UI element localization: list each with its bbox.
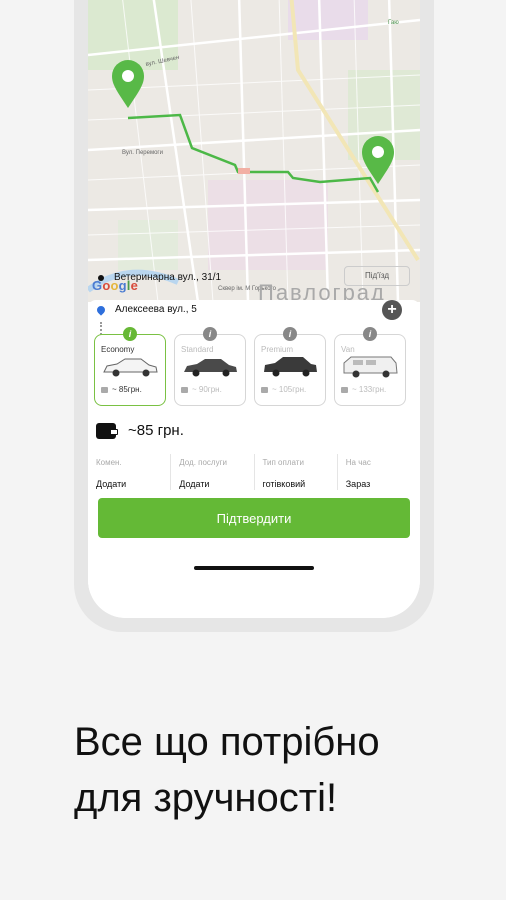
option-label: Тип оплати bbox=[262, 458, 304, 467]
car-name: Van bbox=[341, 345, 355, 354]
car-icon bbox=[184, 359, 237, 377]
info-icon[interactable]: i bbox=[283, 327, 297, 341]
bag-icon bbox=[181, 386, 188, 393]
headline-line-2: для зручності! bbox=[74, 776, 338, 820]
wallet-icon bbox=[96, 422, 118, 439]
home-indicator[interactable] bbox=[194, 566, 314, 570]
car-option-standard[interactable]: i Standard ~ 90грн. bbox=[174, 327, 246, 406]
origin-row[interactable]: Ветеринарна вул., 31/1 bbox=[98, 272, 221, 283]
car-price: ~ 133грн. bbox=[341, 385, 386, 394]
bag-icon bbox=[101, 386, 108, 393]
location-pin-icon bbox=[95, 303, 107, 316]
origin-dot-icon bbox=[98, 274, 104, 281]
info-icon[interactable]: i bbox=[203, 327, 217, 341]
car-option-van[interactable]: i Van ~ 133грн. bbox=[334, 327, 406, 406]
option-label: На час bbox=[345, 458, 371, 467]
map-view[interactable]: вул. Шевчен Вул. Перемоги Сквер ім. М Го… bbox=[88, 0, 420, 302]
car-price: ~ 85грн. bbox=[101, 385, 142, 394]
car-icon bbox=[343, 356, 398, 378]
car-name: Economy bbox=[101, 345, 135, 354]
option-comment[interactable]: Комен. Додати bbox=[88, 454, 172, 490]
total-price-value: ~85 грн. bbox=[128, 422, 184, 439]
bag-icon bbox=[261, 386, 268, 393]
car-name: Standard bbox=[181, 345, 214, 354]
car-icon bbox=[103, 358, 158, 377]
info-icon[interactable]: i bbox=[123, 327, 137, 341]
destination-row[interactable]: Алексеева вул., 5 bbox=[95, 303, 197, 316]
car-option-premium[interactable]: i Premium ~ 105грн. bbox=[254, 327, 326, 406]
option-payment-type[interactable]: Тип оплати готівковий bbox=[255, 454, 338, 490]
entrance-button[interactable]: Під'їзд bbox=[344, 266, 410, 286]
phone-screen: вул. Шевчен Вул. Перемоги Сквер ім. М Го… bbox=[88, 0, 420, 618]
info-icon[interactable]: i bbox=[363, 327, 377, 341]
total-price: ~85 грн. bbox=[96, 422, 184, 439]
car-icon bbox=[264, 357, 317, 377]
headline-line-1: Все що потрібно bbox=[74, 720, 380, 764]
option-value: готівковий bbox=[262, 479, 306, 489]
option-label: Дод. послуги bbox=[179, 458, 227, 467]
destination-address: Алексеева вул., 5 bbox=[115, 304, 197, 315]
option-value: Зараз bbox=[345, 479, 371, 489]
option-value: Додати bbox=[179, 479, 210, 489]
street-label-hai: Гаю bbox=[388, 20, 399, 26]
car-price: ~ 90грн. bbox=[181, 385, 222, 394]
option-time[interactable]: На час Зараз bbox=[338, 454, 420, 490]
add-stop-plus-icon[interactable]: + bbox=[382, 300, 402, 320]
car-option-economy[interactable]: i Economy ~ 85грн. bbox=[94, 327, 166, 406]
option-label: Комен. bbox=[96, 458, 122, 467]
origin-address: Ветеринарна вул., 31/1 bbox=[114, 272, 222, 283]
car-price: ~ 105грн. bbox=[261, 385, 306, 394]
phone-frame: вул. Шевчен Вул. Перемоги Сквер ім. М Го… bbox=[74, 0, 434, 632]
car-name: Premium bbox=[261, 345, 294, 354]
order-options: Комен. Додати Дод. послуги Додати Тип оп… bbox=[88, 454, 420, 490]
bag-icon bbox=[341, 386, 348, 393]
option-extra-services[interactable]: Дод. послуги Додати bbox=[171, 454, 255, 490]
street-label-peremohy: Вул. Перемоги bbox=[122, 150, 163, 156]
option-value: Додати bbox=[96, 479, 127, 489]
promo-headline: Все що потрібно для зручності! bbox=[74, 714, 380, 826]
confirm-button[interactable]: Підтвердити bbox=[98, 498, 410, 538]
car-class-list: i Economy ~ 85грн. i Standard ~ 90грн. i… bbox=[94, 327, 416, 406]
